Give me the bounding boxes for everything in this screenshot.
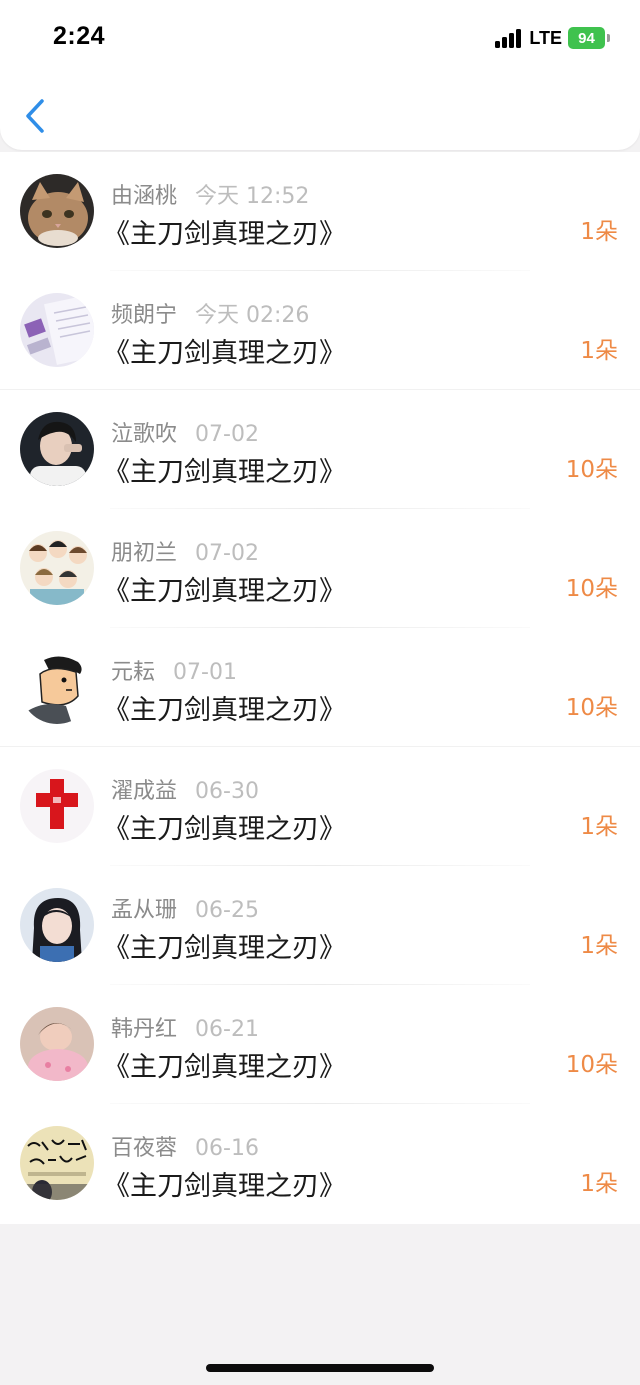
flower-count: 1朵 xyxy=(580,1171,618,1197)
sender-name: 由涵桃 今天 12:52 xyxy=(111,184,310,209)
work-title: 《主刀剑真理之刃》 xyxy=(103,219,346,250)
avatar xyxy=(20,1126,94,1200)
list-item[interactable]: 孟从珊 06-25 《主刀剑真理之刃》 1朵 xyxy=(0,866,640,985)
avatar xyxy=(20,174,94,248)
cartoon-face-avatar xyxy=(20,650,94,724)
cat-photo-avatar xyxy=(20,174,94,248)
battery-icon: 94 xyxy=(568,27,605,49)
list-item[interactable]: 频朗宁 今天 02:26 《主刀剑真理之刃》 1朵 xyxy=(0,271,640,390)
sent-date: 06-25 xyxy=(195,898,259,923)
sender-name: 韩丹红 06-21 xyxy=(111,1017,259,1042)
sent-date: 07-02 xyxy=(195,541,259,566)
work-title: 《主刀剑真理之刃》 xyxy=(103,814,346,845)
sender-name: 朋初兰 07-02 xyxy=(111,541,259,566)
work-title: 《主刀剑真理之刃》 xyxy=(103,933,346,964)
list-item[interactable]: 韩丹红 06-21 《主刀剑真理之刃》 10朵 xyxy=(0,985,640,1104)
sent-date: 今天 02:26 xyxy=(195,303,310,328)
avatar xyxy=(20,888,94,962)
red-cross-avatar xyxy=(20,769,94,843)
sender-name: 频朗宁 今天 02:26 xyxy=(111,303,310,328)
list-item[interactable]: 百夜蓉 06-16 《主刀剑真理之刃》 1朵 xyxy=(0,1104,640,1223)
list-item[interactable]: 泣歌吹 07-02 《主刀剑真理之刃》 10朵 xyxy=(0,390,640,509)
header-bar: 2:24 LTE 94 xyxy=(0,0,640,150)
flower-count: 10朵 xyxy=(565,457,618,483)
flower-count: 1朵 xyxy=(580,814,618,840)
back-button[interactable] xyxy=(20,96,50,136)
baby-photo-avatar xyxy=(20,1007,94,1081)
flower-count: 10朵 xyxy=(565,695,618,721)
flower-count: 10朵 xyxy=(565,1052,618,1078)
flower-count: 10朵 xyxy=(565,576,618,602)
flower-count: 1朵 xyxy=(580,933,618,959)
cartoon-group-avatar xyxy=(20,531,94,605)
signal-icon xyxy=(495,28,522,48)
network-label: LTE xyxy=(529,27,562,48)
work-title: 《主刀剑真理之刃》 xyxy=(103,1052,346,1083)
battery-tip xyxy=(607,34,610,42)
avatar xyxy=(20,769,94,843)
avatar xyxy=(20,412,94,486)
gift-record-list: 由涵桃今天 12:52 《主刀剑真理之刃》 1朵 频朗宁今天 02:26 《 xyxy=(0,152,640,1224)
handwriting-poster-avatar xyxy=(20,1126,94,1200)
sender-name: 泣歌吹 07-02 xyxy=(111,422,259,447)
list-item[interactable]: 朋初兰 07-02 《主刀剑真理之刃》 10朵 xyxy=(0,509,640,628)
girl-portrait-avatar xyxy=(20,888,94,962)
flower-count: 1朵 xyxy=(580,219,618,245)
sent-date: 06-21 xyxy=(195,1017,259,1042)
avatar xyxy=(20,650,94,724)
list-item[interactable]: 濯成益 06-30 《主刀剑真理之刃》 1朵 xyxy=(0,747,640,866)
status-time: 2:24 xyxy=(53,22,106,50)
sender-name: 百夜蓉 06-16 xyxy=(111,1136,259,1161)
list-item[interactable]: 元耘 07-01 《主刀剑真理之刃》 10朵 xyxy=(0,628,640,747)
sender-name: 孟从珊 06-25 xyxy=(111,898,259,923)
sent-date: 06-16 xyxy=(195,1136,259,1161)
list-item[interactable]: 由涵桃 今天 12:52 《主刀剑真理之刃》 1朵 xyxy=(0,152,640,271)
sent-date: 06-30 xyxy=(195,779,259,804)
avatar xyxy=(20,531,94,605)
sender-name: 濯成益 06-30 xyxy=(111,779,259,804)
work-title: 《主刀剑真理之刃》 xyxy=(103,695,346,726)
work-title: 《主刀剑真理之刃》 xyxy=(103,1171,346,1202)
portrait-avatar xyxy=(20,412,94,486)
sent-date: 07-01 xyxy=(173,660,237,685)
screen: 2:24 LTE 94 由涵桃 今天 12:52 《主刀剑真理之刃》 1朵 频朗… xyxy=(0,0,640,1385)
home-indicator[interactable] xyxy=(206,1364,434,1372)
flower-count: 1朵 xyxy=(580,338,618,364)
status-indicators: LTE 94 xyxy=(495,27,610,49)
work-title: 《主刀剑真理之刃》 xyxy=(103,457,346,488)
sent-date: 07-02 xyxy=(195,422,259,447)
work-title: 《主刀剑真理之刃》 xyxy=(103,338,346,369)
sender-name: 元耘 07-01 xyxy=(111,660,237,685)
chevron-left-icon xyxy=(26,99,44,133)
paper-photo-avatar xyxy=(20,293,94,367)
work-title: 《主刀剑真理之刃》 xyxy=(103,576,346,607)
sent-date: 今天 12:52 xyxy=(195,184,310,209)
avatar xyxy=(20,1007,94,1081)
avatar xyxy=(20,293,94,367)
